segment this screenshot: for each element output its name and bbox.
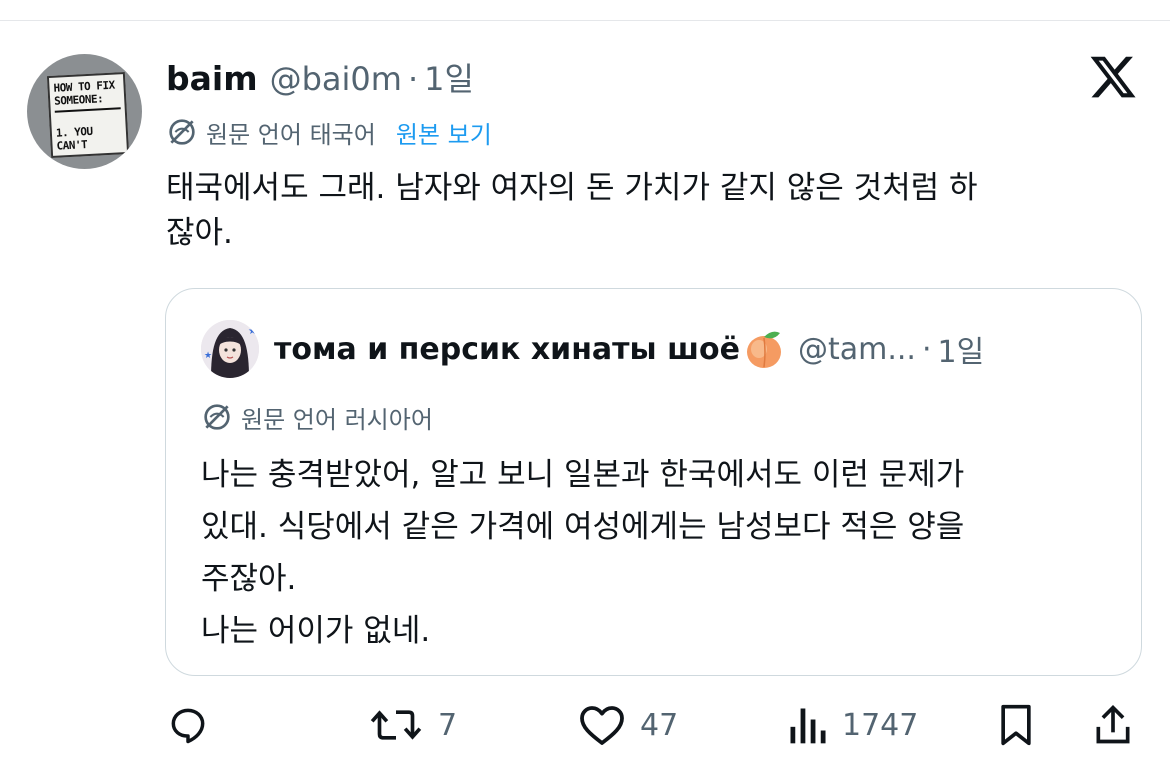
author-handle[interactable]: @bai0m xyxy=(270,60,402,98)
views-chart-icon xyxy=(790,708,826,744)
retweet-count: 7 xyxy=(438,707,458,743)
peach-emoji-icon xyxy=(746,331,781,368)
bookmark-button[interactable] xyxy=(996,700,1036,750)
bookmark-icon xyxy=(1001,704,1031,746)
retweet-button[interactable]: 7 xyxy=(368,700,457,750)
quote-author-name[interactable]: тома и персик хинаты шоё xyxy=(274,332,740,367)
translate-globe-icon xyxy=(204,404,230,430)
quote-text-line: 나는 어이가 없네. xyxy=(201,613,431,649)
quote-time[interactable]: 1일 xyxy=(937,327,984,371)
separator-dot: · xyxy=(921,331,932,367)
svg-text:★: ★ xyxy=(248,326,257,337)
like-button[interactable]: 47 xyxy=(578,700,678,750)
share-button[interactable] xyxy=(1092,700,1134,750)
like-count: 47 xyxy=(640,707,679,743)
quote-header: тома и персик хинаты шоё @tam... · 1일 xyxy=(274,327,984,371)
quote-author-handle[interactable]: @tam... xyxy=(798,332,916,367)
quoted-tweet[interactable]: ★ ★ тома и персик хинаты шоё @tam... · 1… xyxy=(165,288,1142,676)
translation-row: 원문 언어 태국어 원본 보기 xyxy=(166,114,492,150)
author-avatar[interactable]: HOW TO FIX SOMEONE: 1. YOU CAN'T xyxy=(27,54,142,169)
svg-text:★: ★ xyxy=(204,351,212,361)
quote-text-line: 나는 충격받았어, 알고 보니 일본과 한국에서도 이런 문제가 xyxy=(201,457,965,493)
quote-text-line: 주잖아. xyxy=(201,561,297,597)
tweet-header: baim @bai0m · 1일 xyxy=(166,54,474,98)
quote-author-avatar[interactable]: ★ ★ xyxy=(201,320,259,378)
translation-label: 원문 언어 태국어 xyxy=(206,120,376,149)
quote-text: 나는 충격받았어, 알고 보니 일본과 한국에서도 이런 문제가 있대. 식당에… xyxy=(201,449,1121,657)
quote-translation-label: 원문 언어 러시아어 xyxy=(241,405,433,434)
tweet-text-line: 잖아. xyxy=(166,215,233,251)
translate-globe-icon xyxy=(169,119,195,145)
tweet-text-line: 태국에서도 그래. 남자와 여자의 돈 가치가 같지 않은 것처럼 하 xyxy=(166,170,978,206)
tweet-time[interactable]: 1일 xyxy=(424,54,474,100)
views-button[interactable]: 1747 xyxy=(786,700,918,750)
share-icon xyxy=(1096,704,1130,744)
anime-avatar-image: ★ ★ xyxy=(201,320,259,378)
quote-translation-row: 원문 언어 러시아어 xyxy=(201,399,433,435)
reply-button[interactable] xyxy=(166,700,210,750)
x-logo-icon[interactable] xyxy=(1087,52,1139,102)
retweet-icon xyxy=(370,710,422,740)
avatar-sign-line: SOMEONE: xyxy=(53,92,104,108)
author-name[interactable]: baim xyxy=(166,59,258,98)
tweet-text: 태국에서도 그래. 남자와 여자의 돈 가치가 같지 않은 것처럼 하 잖아. xyxy=(166,166,1136,256)
action-bar: 7 47 1747 xyxy=(0,700,1170,750)
reply-icon xyxy=(171,708,205,744)
heart-icon xyxy=(580,706,624,745)
avatar-sign-image: HOW TO FIX SOMEONE: 1. YOU CAN'T xyxy=(46,72,130,158)
avatar-sign-line: 1. YOU CAN'T xyxy=(55,124,93,153)
separator-dot: · xyxy=(407,60,419,98)
show-original-link[interactable]: 원본 보기 xyxy=(396,115,492,150)
top-divider xyxy=(0,20,1170,21)
views-count: 1747 xyxy=(842,707,919,743)
quote-text-line: 있대. 식당에서 같은 가격에 여성에게는 남성보다 적은 양을 xyxy=(201,509,965,545)
